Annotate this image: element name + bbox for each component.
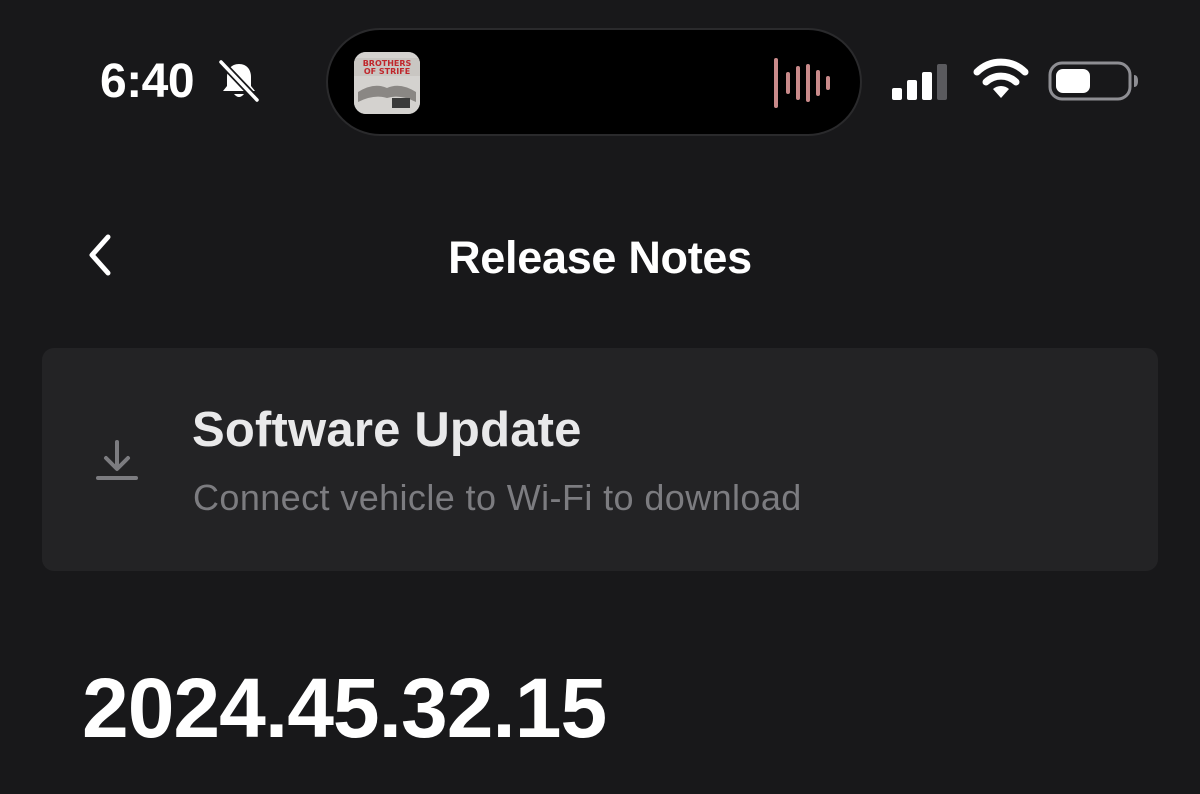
dynamic-island[interactable]: BROTHERS OF STRIFE xyxy=(328,30,860,134)
svg-text:OF STRIFE: OF STRIFE xyxy=(364,67,410,76)
waveform-icon xyxy=(774,58,830,108)
software-update-title: Software Update xyxy=(192,403,582,457)
bell-slash-icon xyxy=(217,58,261,104)
cellular-signal-icon xyxy=(892,64,947,100)
status-time: 6:40 xyxy=(100,55,195,108)
software-update-subtitle: Connect vehicle to Wi-Fi to download xyxy=(193,477,802,518)
album-art-thumbnail[interactable]: BROTHERS OF STRIFE xyxy=(354,52,420,114)
software-update-card[interactable]: Software Update Connect vehicle to Wi-Fi… xyxy=(42,348,1158,571)
download-icon xyxy=(96,440,138,480)
battery-icon xyxy=(1048,61,1138,101)
release-version: 2024.45.32.15 xyxy=(82,661,607,755)
page-title: Release Notes xyxy=(448,232,752,283)
wifi-icon xyxy=(973,58,1029,98)
